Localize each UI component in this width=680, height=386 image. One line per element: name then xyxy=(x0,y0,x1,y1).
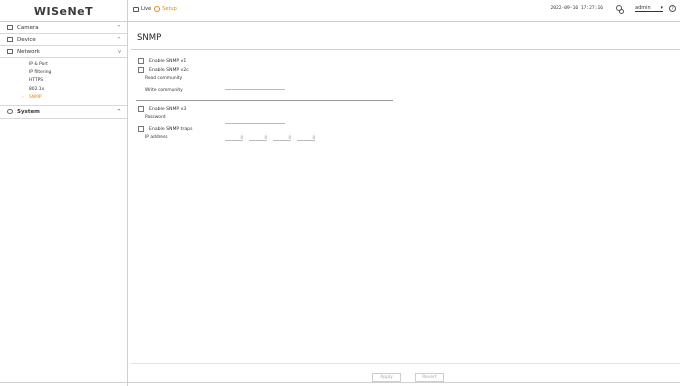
sidebar-item-snmp[interactable]: SNMP xyxy=(0,94,127,102)
password-label: Password xyxy=(145,115,166,120)
password-input[interactable] xyxy=(225,118,285,124)
sidebar-item-label: Device xyxy=(17,36,36,43)
gear-icon xyxy=(7,109,13,115)
snmp-traps-row: Enable SNMP traps xyxy=(138,126,192,132)
sidebar-item-device[interactable]: Device ^ xyxy=(0,34,127,46)
snmp-traps-label: Enable SNMP traps xyxy=(149,126,193,132)
page-title: SNMP xyxy=(137,33,162,43)
network-icon xyxy=(7,49,13,54)
sidebar: Camera ^ Device ^ Network v IP & Port IP… xyxy=(0,22,128,386)
snmp-v1-row: Enable SNMP v1 xyxy=(138,58,186,64)
sidebar-item-ip-filtering[interactable]: IP filtering xyxy=(0,69,127,77)
setup-gear-icon xyxy=(154,6,161,12)
setup-tab[interactable]: Setup xyxy=(154,6,177,12)
network-submenu: IP & Port IP filtering HTTPS 802.1x SNMP xyxy=(0,58,127,106)
logo-area: WISeNeT xyxy=(0,0,128,22)
mode-nav: Live Setup xyxy=(133,6,177,12)
chevron-up-icon: ^ xyxy=(116,25,121,31)
live-label: Live xyxy=(141,6,152,12)
top-bar: WISeNeT Live Setup 2022-09-16 17:27:16 a… xyxy=(0,0,680,22)
sidebar-item-label: Network xyxy=(17,48,40,55)
ip-octet-1[interactable]: 0 xyxy=(225,135,243,141)
revert-button[interactable]: Revert xyxy=(415,373,444,382)
chevron-up-icon: ^ xyxy=(116,108,121,115)
ip-octet-2[interactable]: 0 xyxy=(249,135,267,141)
chevron-up-icon: ^ xyxy=(116,37,121,43)
wisenet-logo: WISeNeT xyxy=(33,4,94,18)
user-group-icon[interactable] xyxy=(615,5,624,14)
sidebar-item-label: System xyxy=(17,108,40,115)
header-right: 2022-09-16 17:27:16 admin ▾ ? xyxy=(550,5,676,14)
bottom-border xyxy=(0,382,680,383)
ip-dot: . xyxy=(245,136,247,141)
chevron-down-icon: v xyxy=(118,49,121,55)
help-icon[interactable]: ? xyxy=(669,5,676,12)
write-community-label: Write community xyxy=(145,88,183,93)
sidebar-item-system[interactable]: System ^ xyxy=(0,106,127,119)
ip-dot: . xyxy=(269,136,271,141)
sidebar-item-https[interactable]: HTTPS xyxy=(0,77,127,85)
snmp-traps-checkbox[interactable] xyxy=(138,126,144,132)
ip-octet-3[interactable]: 0 xyxy=(273,135,291,141)
snmp-v2c-checkbox[interactable] xyxy=(138,67,144,73)
apply-button[interactable]: Apply xyxy=(372,373,401,382)
user-caret-icon: ▾ xyxy=(660,5,663,11)
camera-icon xyxy=(7,25,13,30)
sidebar-item-8021x[interactable]: 802.1x xyxy=(0,86,127,94)
sidebar-item-ip-port[interactable]: IP & Port xyxy=(0,61,127,69)
snmp-v3-label: Enable SNMP v3 xyxy=(149,106,187,112)
monitor-icon xyxy=(133,6,139,12)
ip-address-label: IP address xyxy=(145,135,168,140)
sidebar-item-network[interactable]: Network v xyxy=(0,46,127,58)
snmp-v1-checkbox[interactable] xyxy=(138,58,144,64)
setup-label: Setup xyxy=(162,6,177,12)
sidebar-item-label: Camera xyxy=(17,24,39,31)
datetime: 2022-09-16 17:27:16 xyxy=(550,6,603,11)
snmp-v3-row: Enable SNMP v3 xyxy=(138,106,186,112)
title-divider xyxy=(131,49,680,50)
main-panel: SNMP Enable SNMP v1 Enable SNMP v2c Read… xyxy=(129,22,680,386)
snmp-v3-checkbox[interactable] xyxy=(138,106,144,112)
snmp-v2c-row: Enable SNMP v2c xyxy=(138,67,189,73)
ip-dot: . xyxy=(293,136,295,141)
section-divider xyxy=(136,100,393,101)
footer-divider xyxy=(131,363,680,364)
user-value: admin xyxy=(635,5,651,11)
ip-octet-4[interactable]: 0 xyxy=(297,135,315,141)
read-community-input[interactable] xyxy=(225,84,285,90)
user-select[interactable]: admin ▾ xyxy=(635,5,663,12)
read-community-label: Read community xyxy=(145,76,183,81)
device-icon xyxy=(7,37,13,42)
sidebar-item-camera[interactable]: Camera ^ xyxy=(0,22,127,34)
snmp-v1-label: Enable SNMP v1 xyxy=(149,58,187,64)
snmp-v2c-label: Enable SNMP v2c xyxy=(149,67,189,73)
live-tab[interactable]: Live xyxy=(133,6,151,12)
